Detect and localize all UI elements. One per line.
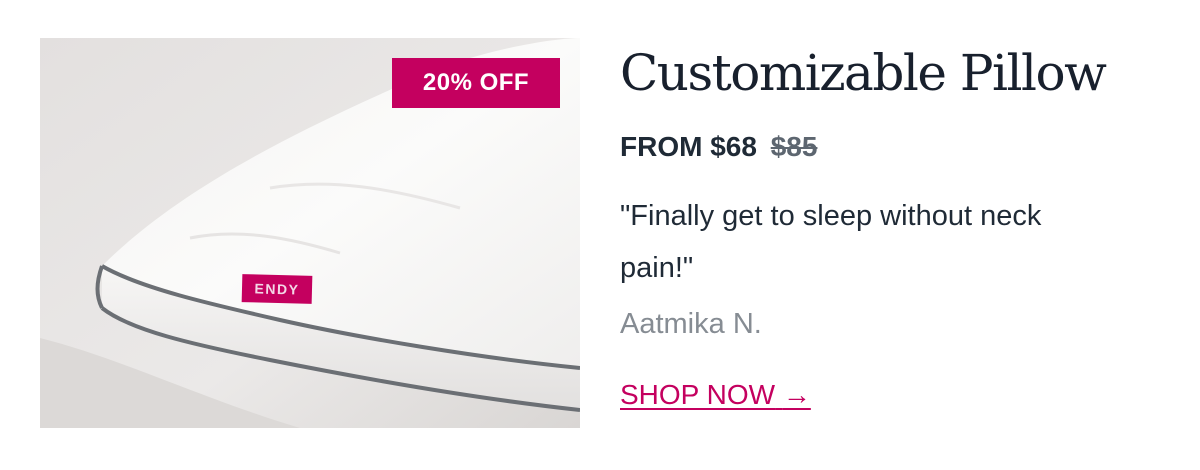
price-row: FROM $68 $85: [620, 130, 1180, 164]
product-title[interactable]: Customizable Pillow: [620, 40, 1180, 106]
review-quote: "Finally get to sleep without neck pain!…: [620, 200, 1042, 284]
price-prefix: FROM: [620, 131, 703, 162]
brand-tag: ENDY: [241, 274, 313, 304]
product-card: ENDY 20% OFF Customizable Pillow FROM $6…: [0, 0, 1200, 470]
arrow-right-icon: →: [782, 379, 811, 410]
reviewer-name: Aatmika N.: [620, 308, 762, 340]
price-current: $68: [710, 131, 757, 162]
discount-badge: 20% OFF: [392, 58, 560, 108]
shop-now-label: SHOP NOW: [620, 379, 776, 410]
price-original: $85: [770, 131, 818, 162]
product-details: Customizable Pillow FROM $68 $85 "Finall…: [620, 40, 1180, 412]
shop-now-link[interactable]: SHOP NOW →: [620, 378, 811, 412]
